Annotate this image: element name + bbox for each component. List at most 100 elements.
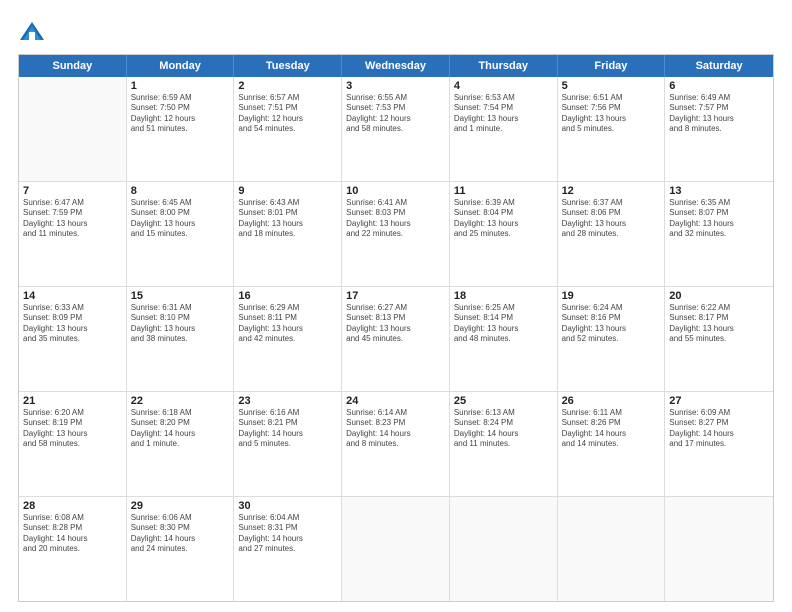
day-info-line: Sunset: 8:00 PM: [131, 208, 230, 218]
calendar-cell: 14Sunrise: 6:33 AMSunset: 8:09 PMDayligh…: [19, 287, 127, 391]
day-info-line: Sunrise: 6:11 AM: [562, 408, 661, 418]
day-number: 3: [346, 80, 445, 92]
calendar-cell: 25Sunrise: 6:13 AMSunset: 8:24 PMDayligh…: [450, 392, 558, 496]
day-info-line: Sunrise: 6:47 AM: [23, 198, 122, 208]
day-number: 10: [346, 185, 445, 197]
weekday-header-monday: Monday: [127, 55, 235, 77]
day-info-line: Daylight: 14 hours: [131, 429, 230, 439]
calendar-cell: [19, 77, 127, 181]
day-info-line: and 1 minute.: [131, 439, 230, 449]
calendar-cell: [665, 497, 773, 601]
day-info-line: Sunset: 7:50 PM: [131, 103, 230, 113]
day-info-line: Daylight: 14 hours: [238, 429, 337, 439]
day-info-line: Daylight: 13 hours: [669, 114, 769, 124]
day-info-line: Sunset: 7:53 PM: [346, 103, 445, 113]
day-number: 16: [238, 290, 337, 302]
day-info-line: Sunrise: 6:06 AM: [131, 513, 230, 523]
calendar-cell: 9Sunrise: 6:43 AMSunset: 8:01 PMDaylight…: [234, 182, 342, 286]
day-info-line: Daylight: 13 hours: [562, 324, 661, 334]
day-info-line: Daylight: 13 hours: [454, 219, 553, 229]
calendar-cell: 28Sunrise: 6:08 AMSunset: 8:28 PMDayligh…: [19, 497, 127, 601]
day-info-line: and 48 minutes.: [454, 334, 553, 344]
day-number: 24: [346, 395, 445, 407]
weekday-header-tuesday: Tuesday: [234, 55, 342, 77]
day-info-line: Daylight: 13 hours: [131, 324, 230, 334]
calendar-cell: 29Sunrise: 6:06 AMSunset: 8:30 PMDayligh…: [127, 497, 235, 601]
weekday-header-saturday: Saturday: [665, 55, 773, 77]
day-info-line: Sunrise: 6:57 AM: [238, 93, 337, 103]
day-info-line: and 25 minutes.: [454, 229, 553, 239]
logo-icon: [18, 18, 46, 46]
day-info-line: Sunset: 8:26 PM: [562, 418, 661, 428]
day-info-line: and 1 minute.: [454, 124, 553, 134]
day-info-line: and 15 minutes.: [131, 229, 230, 239]
day-info-line: and 24 minutes.: [131, 544, 230, 554]
day-info-line: Sunset: 8:20 PM: [131, 418, 230, 428]
calendar-row-4: 21Sunrise: 6:20 AMSunset: 8:19 PM Dayligh…: [19, 392, 773, 497]
calendar-cell: 12Sunrise: 6:37 AMSunset: 8:06 PMDayligh…: [558, 182, 666, 286]
day-info-line: Sunrise: 6:08 AM: [23, 513, 122, 523]
day-info-line: Sunrise: 6:29 AM: [238, 303, 337, 313]
day-info-line: Sunrise: 6:13 AM: [454, 408, 553, 418]
day-info-line: Daylight: 14 hours: [454, 429, 553, 439]
day-info-line: and 5 minutes.: [562, 124, 661, 134]
calendar-cell: 19Sunrise: 6:24 AMSunset: 8:16 PMDayligh…: [558, 287, 666, 391]
day-info-line: Daylight: 13 hours: [131, 219, 230, 229]
day-info-line: and 28 minutes.: [562, 229, 661, 239]
day-number: 15: [131, 290, 230, 302]
day-info-line: Sunrise: 6:33 AM: [23, 303, 122, 313]
day-info-line: Sunset: 8:19 PM: [23, 418, 122, 428]
calendar-cell: [558, 497, 666, 601]
day-info-line: Sunset: 7:56 PM: [562, 103, 661, 113]
day-info-line: Daylight: 12 hours: [346, 114, 445, 124]
day-number: 22: [131, 395, 230, 407]
day-info-line: and 45 minutes.: [346, 334, 445, 344]
day-number: 26: [562, 395, 661, 407]
calendar-row-2: 7Sunrise: 6:47 AMSunset: 7:59 PMDaylight…: [19, 182, 773, 287]
calendar-cell: 20Sunrise: 6:22 AMSunset: 8:17 PMDayligh…: [665, 287, 773, 391]
day-info-line: Sunrise: 6:41 AM: [346, 198, 445, 208]
day-number: 1: [131, 80, 230, 92]
calendar-row-3: 14Sunrise: 6:33 AMSunset: 8:09 PMDayligh…: [19, 287, 773, 392]
day-info-line: Daylight: 13 hours: [238, 324, 337, 334]
day-info-line: Sunset: 8:09 PM: [23, 313, 122, 323]
calendar-cell: 4Sunrise: 6:53 AMSunset: 7:54 PMDaylight…: [450, 77, 558, 181]
day-info-line: and 51 minutes.: [131, 124, 230, 134]
day-info-line: Sunset: 8:16 PM: [562, 313, 661, 323]
day-info-line: and 32 minutes.: [669, 229, 769, 239]
day-number: 28: [23, 500, 122, 512]
day-info-line: Sunset: 8:28 PM: [23, 523, 122, 533]
day-info-line: Sunset: 8:24 PM: [454, 418, 553, 428]
calendar-cell: 26Sunrise: 6:11 AMSunset: 8:26 PMDayligh…: [558, 392, 666, 496]
day-info-line: Daylight: 14 hours: [238, 534, 337, 544]
day-info-line: Sunset: 8:13 PM: [346, 313, 445, 323]
calendar-cell: 30Sunrise: 6:04 AMSunset: 8:31 PMDayligh…: [234, 497, 342, 601]
day-info-line: Daylight: 12 hours: [131, 114, 230, 124]
day-info-line: Sunrise: 6:20 AM: [23, 408, 122, 418]
calendar-cell: 15Sunrise: 6:31 AMSunset: 8:10 PMDayligh…: [127, 287, 235, 391]
day-info-line: Sunrise: 6:55 AM: [346, 93, 445, 103]
calendar-row-5: 28Sunrise: 6:08 AMSunset: 8:28 PMDayligh…: [19, 497, 773, 601]
day-info-line: Daylight: 13 hours: [346, 219, 445, 229]
day-info-line: Daylight: 14 hours: [23, 534, 122, 544]
weekday-header-thursday: Thursday: [450, 55, 558, 77]
day-info-line: Sunrise: 6:45 AM: [131, 198, 230, 208]
calendar-cell: 7Sunrise: 6:47 AMSunset: 7:59 PMDaylight…: [19, 182, 127, 286]
calendar-cell: 24Sunrise: 6:14 AMSunset: 8:23 PMDayligh…: [342, 392, 450, 496]
day-number: 5: [562, 80, 661, 92]
day-info-line: Daylight: 13 hours: [562, 114, 661, 124]
calendar-cell: 5Sunrise: 6:51 AMSunset: 7:56 PMDaylight…: [558, 77, 666, 181]
day-number: 21: [23, 395, 122, 407]
day-info-line: Sunrise: 6:35 AM: [669, 198, 769, 208]
day-info-line: and 8 minutes.: [346, 439, 445, 449]
day-number: 2: [238, 80, 337, 92]
weekday-header-sunday: Sunday: [19, 55, 127, 77]
day-info-line: Sunrise: 6:18 AM: [131, 408, 230, 418]
day-info-line: Sunset: 8:03 PM: [346, 208, 445, 218]
day-info-line: Sunrise: 6:31 AM: [131, 303, 230, 313]
day-number: 20: [669, 290, 769, 302]
day-info-line: Sunset: 8:27 PM: [669, 418, 769, 428]
day-info-line: Sunrise: 6:24 AM: [562, 303, 661, 313]
calendar-header: SundayMondayTuesdayWednesdayThursdayFrid…: [19, 55, 773, 77]
logo: [18, 18, 50, 46]
